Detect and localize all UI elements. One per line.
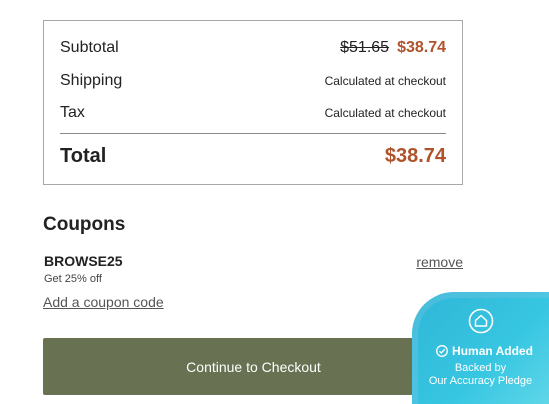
applied-coupon-code: BROWSE25 — [44, 253, 123, 269]
badge-title: Human Added — [424, 344, 545, 358]
subtotal-original-price: $51.65 — [340, 39, 390, 56]
badge-subtitle-line2: Our Accuracy Pledge — [428, 375, 533, 387]
shipping-label: Shipping — [60, 72, 123, 89]
subtotal-sale-price: $38.74 — [397, 39, 446, 56]
badge-subtitle-line1: Backed by — [454, 362, 507, 374]
summary-divider — [60, 133, 446, 134]
check-circle-icon — [436, 345, 448, 357]
subtotal-prices: $51.65 $38.74 — [340, 39, 446, 57]
subtotal-row: Subtotal $51.65 $38.74 — [60, 39, 446, 57]
human-added-badge[interactable]: Human Added Backed by Our Accuracy Pledg… — [412, 292, 549, 404]
shipping-value: Calculated at checkout — [324, 74, 446, 88]
total-row: Total $38.74 — [60, 145, 446, 168]
add-coupon-link[interactable]: Add a coupon code — [43, 294, 164, 310]
tax-row: Tax Calculated at checkout — [60, 104, 446, 122]
total-value: $38.74 — [384, 145, 446, 167]
total-label: Total — [60, 145, 107, 167]
house-shield-icon — [468, 308, 494, 334]
tax-value: Calculated at checkout — [324, 106, 446, 120]
shipping-row: Shipping Calculated at checkout — [60, 72, 446, 90]
remove-coupon-link[interactable]: remove — [416, 254, 463, 270]
badge-title-text: Human Added — [452, 344, 533, 358]
order-summary: Subtotal $51.65 $38.74 Shipping Calculate… — [43, 20, 463, 185]
tax-label: Tax — [60, 104, 85, 121]
subtotal-label: Subtotal — [60, 39, 119, 56]
applied-coupon-description: Get 25% off — [44, 273, 102, 285]
continue-to-checkout-button[interactable]: Continue to Checkout — [43, 338, 464, 395]
coupons-heading: Coupons — [43, 214, 126, 235]
